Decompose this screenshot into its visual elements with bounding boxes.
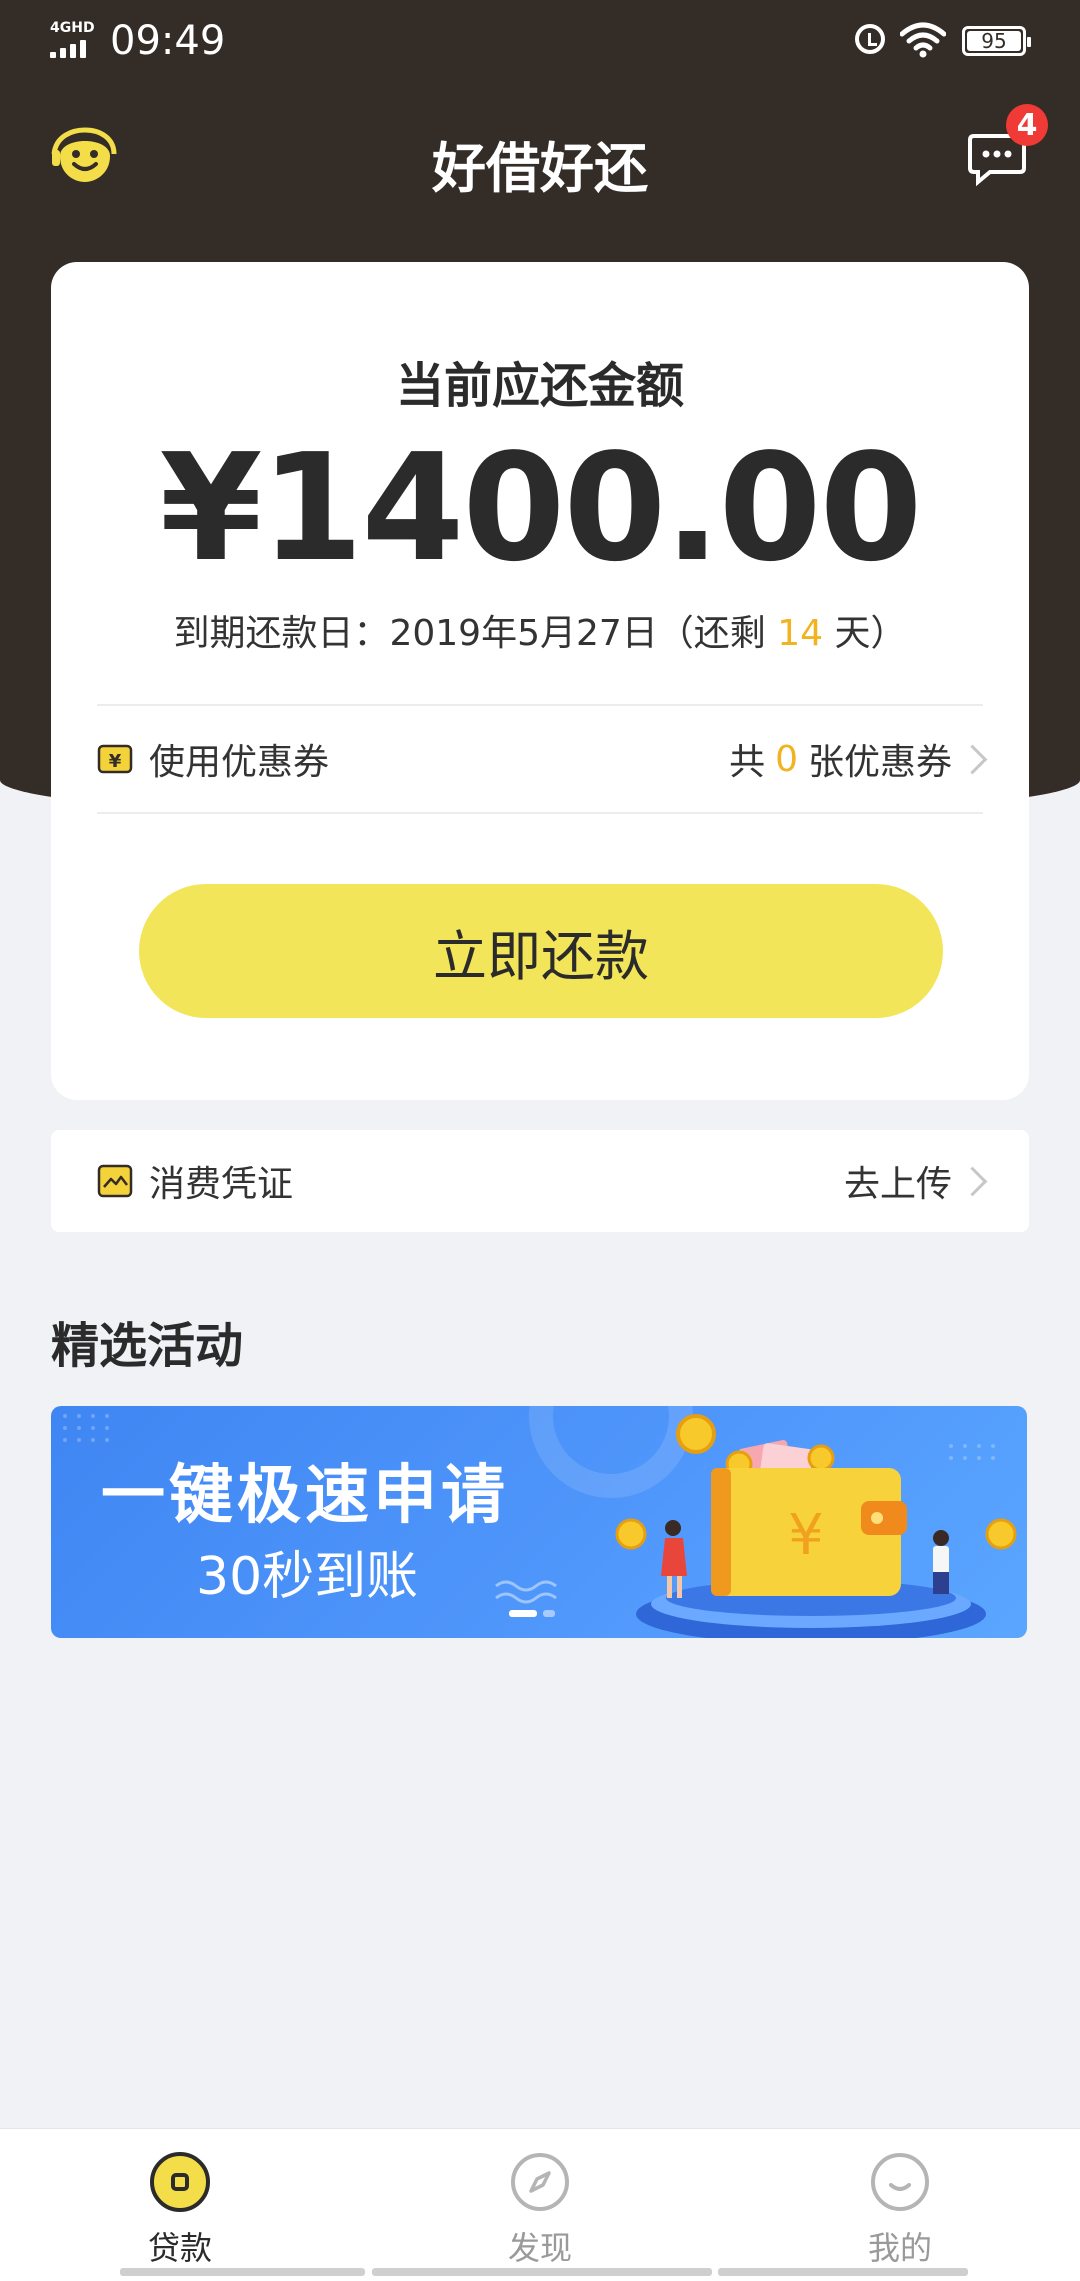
home-indicator — [372, 2268, 712, 2276]
coupon-row[interactable]: ¥ 使用优惠券 共 0 张优惠券 — [97, 706, 988, 812]
amount-label: 当前应还金额 — [395, 358, 684, 414]
network-type: 4GHD — [50, 20, 95, 36]
divider — [97, 812, 983, 814]
wallet-illustration: ¥ — [615, 1414, 1017, 1638]
loan-coin-icon — [150, 2152, 210, 2212]
svg-text:¥: ¥ — [109, 751, 122, 772]
app-title: 好借好还 — [432, 137, 648, 200]
due-date-suffix: 天） — [834, 613, 907, 654]
nav-label-discover: 发现 — [507, 2229, 572, 2267]
upload-link[interactable]: 去上传 — [844, 1155, 952, 1207]
due-date-text: 到期还款日：2019年5月27日（还剩 — [173, 613, 766, 654]
carousel-indicator — [509, 1610, 555, 1617]
days-remaining: 14 — [777, 613, 824, 654]
coupon-count: 0 — [775, 738, 798, 780]
wifi-icon — [900, 22, 946, 58]
nav-label-loan: 贷款 — [147, 2229, 212, 2267]
message-badge: 4 — [1006, 104, 1048, 146]
signal-bars-icon — [50, 40, 86, 58]
receipt-image-icon — [97, 1164, 133, 1198]
coupon-icon: ¥ — [97, 744, 133, 774]
compass-icon — [511, 2153, 569, 2211]
chevron-right-icon — [957, 1166, 988, 1196]
home-indicator — [718, 2268, 968, 2276]
wallet-symbol: ¥ — [788, 1503, 824, 1568]
coupon-label: 使用优惠券 — [149, 742, 330, 783]
chevron-right-icon — [957, 744, 988, 774]
nav-label-mine: 我的 — [867, 2229, 932, 2267]
coupon-summary: 共 0 张优惠券 — [729, 733, 988, 785]
section-title: 精选活动 — [51, 1318, 244, 1374]
status-time: 09:49 — [110, 18, 226, 64]
voucher-row[interactable]: 消费凭证 去上传 — [51, 1130, 1029, 1232]
home-indicator — [120, 2268, 365, 2276]
banner-subtitle: 30秒到账 — [196, 1547, 419, 1607]
status-bar: 4GHD 09:49 95 — [0, 0, 1080, 84]
alarm-icon — [855, 24, 885, 54]
bottom-navigation: 贷款 发现 我的 — [0, 2128, 1080, 2281]
voucher-action: 去上传 — [844, 1155, 988, 1207]
repay-now-button[interactable]: 立即还款 — [139, 884, 943, 1018]
battery-level: 95 — [967, 29, 1021, 53]
battery-icon: 95 — [962, 26, 1031, 56]
nav-item-loan[interactable]: 贷款 — [80, 2129, 280, 2281]
app-header: 好借好还 — [0, 100, 1080, 220]
signal-indicator: 4GHD — [50, 20, 100, 60]
coupon-prefix: 共 — [729, 742, 766, 783]
due-date-line: 到期还款日：2019年5月27日（还剩 14 天） — [51, 604, 1029, 656]
voucher-label: 消费凭证 — [149, 1164, 294, 1205]
nav-item-mine[interactable]: 我的 — [800, 2129, 1000, 2281]
repayment-card: 当前应还金额 ¥1400.00 到期还款日：2019年5月27日（还剩 14 天… — [51, 262, 1029, 1100]
banner-title: 一键极速申请 — [101, 1459, 509, 1533]
coupon-suffix: 张优惠券 — [807, 742, 952, 783]
nav-item-discover[interactable]: 发现 — [440, 2129, 640, 2281]
amount-due: ¥1400.00 — [159, 422, 922, 594]
promo-banner[interactable]: 一键极速申请 30秒到账 ¥ — [51, 1406, 1027, 1638]
profile-smile-icon — [871, 2153, 929, 2211]
